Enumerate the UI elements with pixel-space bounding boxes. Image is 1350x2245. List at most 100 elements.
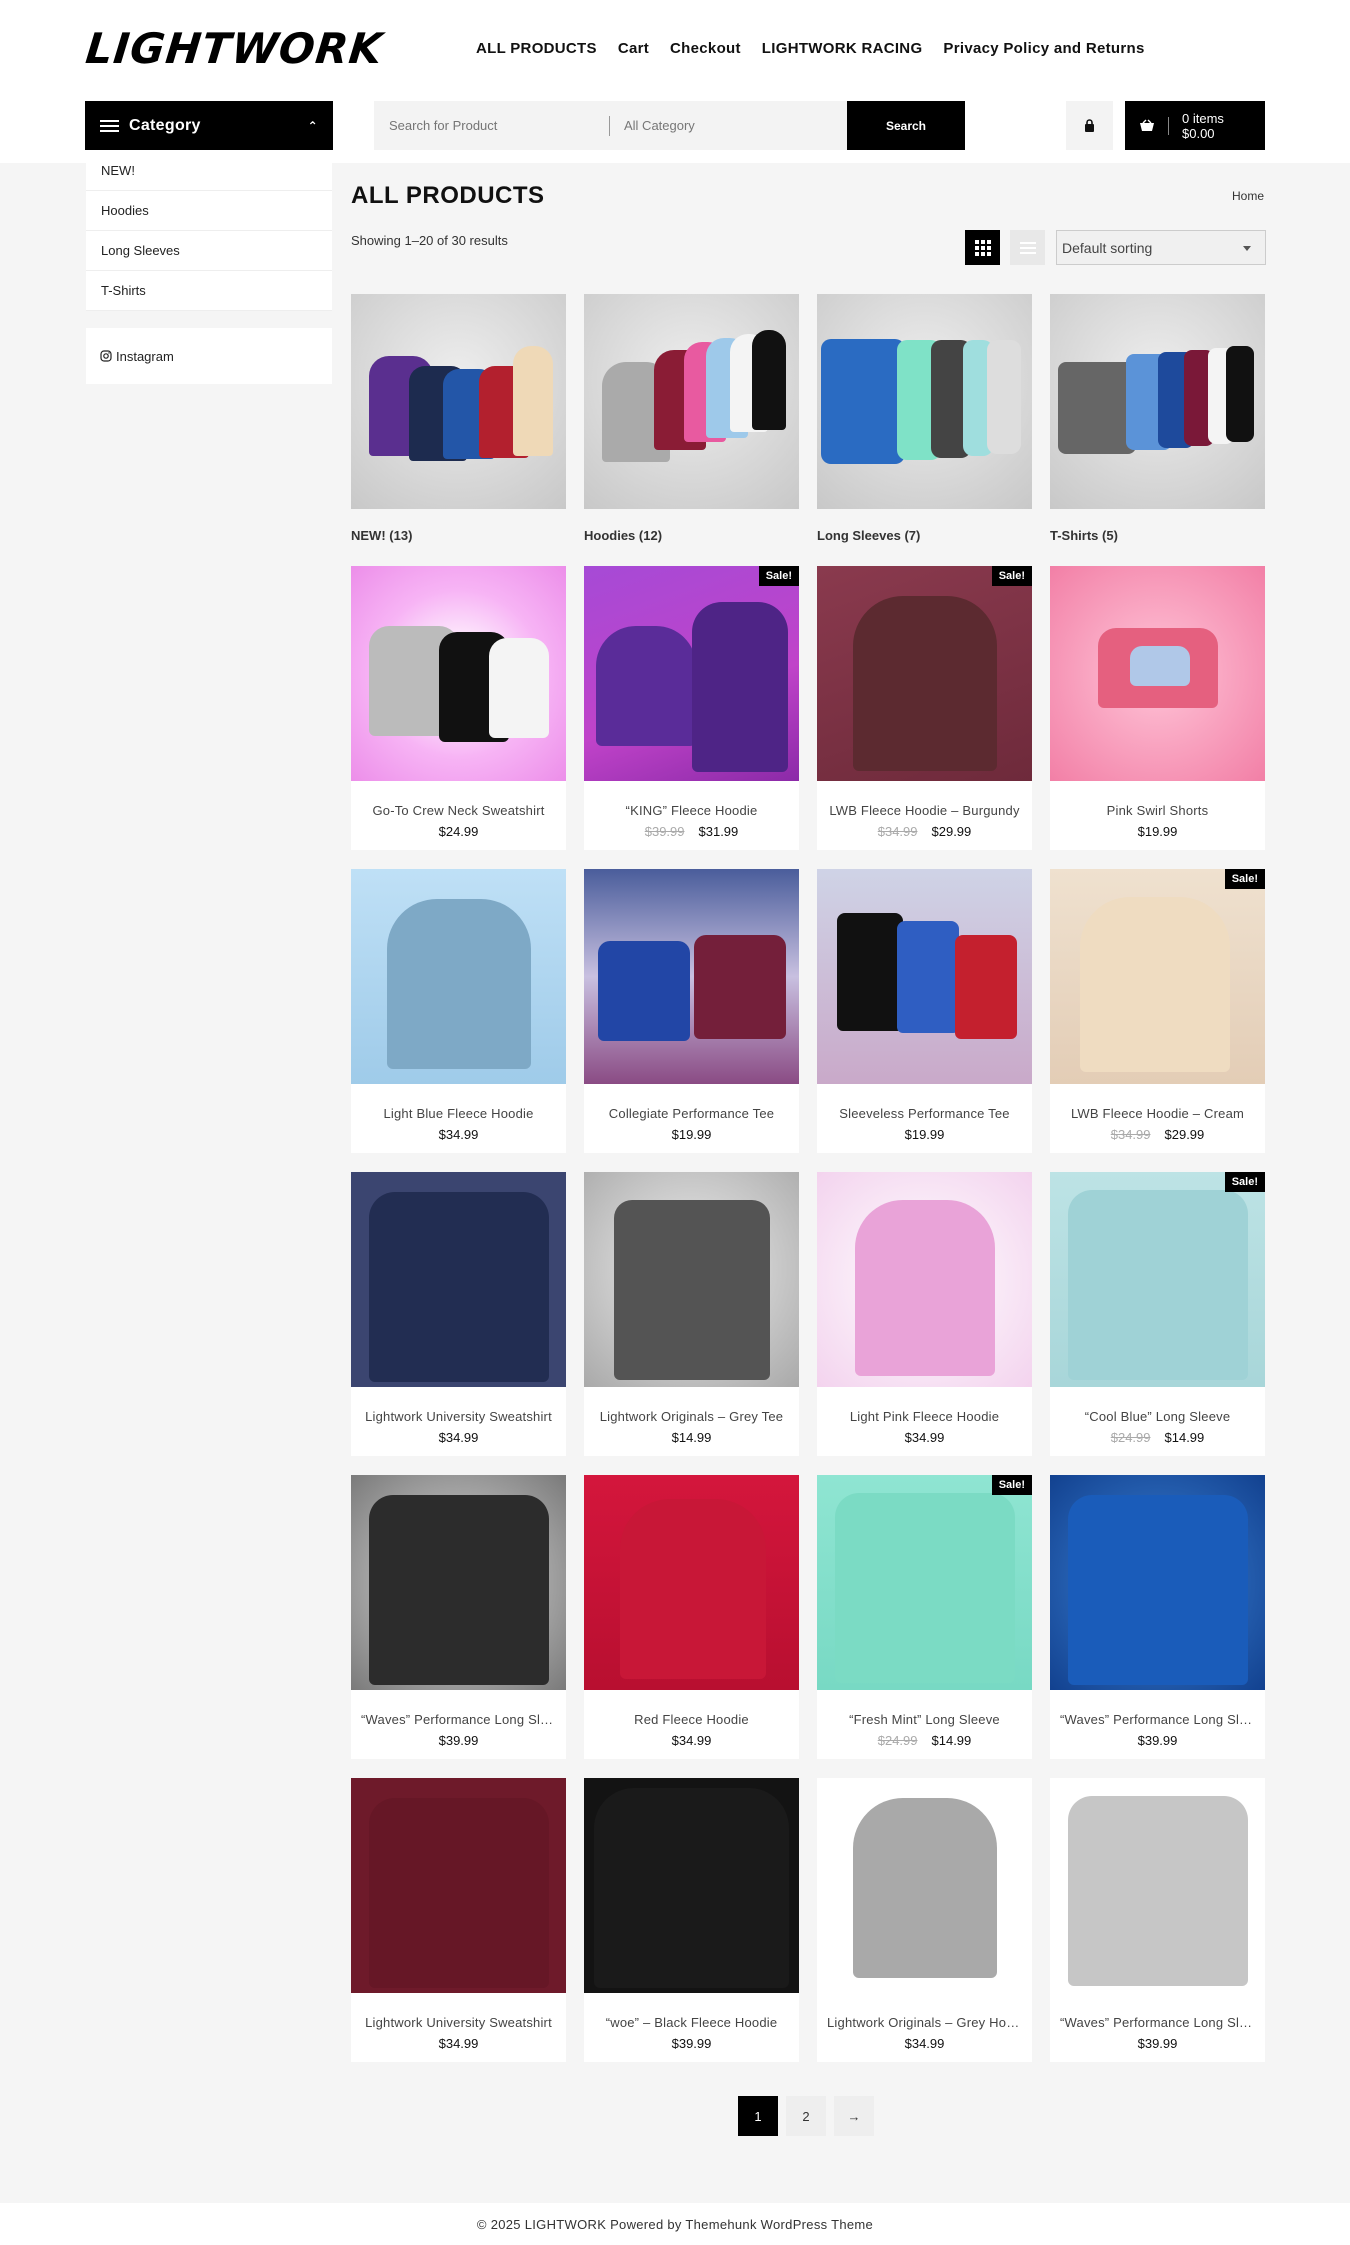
product-name[interactable]: “woe” – Black Fleece Hoodie — [584, 2015, 799, 2030]
next-page-link[interactable]: → — [834, 2096, 874, 2136]
nav-privacy-policy[interactable]: Privacy Policy and Returns — [943, 40, 1144, 57]
product-card[interactable]: Sleeveless Performance Tee $19.99 — [817, 869, 1032, 1153]
search-input[interactable] — [374, 101, 609, 150]
product-name[interactable]: Lightwork University Sweatshirt — [351, 1409, 566, 1424]
product-name[interactable]: Go-To Crew Neck Sweatshirt — [351, 803, 566, 818]
product-image[interactable] — [584, 1778, 799, 1993]
product-image[interactable] — [817, 1778, 1032, 1993]
page-current[interactable]: 1 — [738, 2096, 778, 2136]
product-name[interactable]: Lightwork Originals – Grey Hoodie — [817, 2015, 1032, 2030]
product-name[interactable]: Collegiate Performance Tee — [584, 1106, 799, 1121]
product-name[interactable]: LWB Fleece Hoodie – Cream — [1050, 1106, 1265, 1121]
product-card[interactable]: “woe” – Black Fleece Hoodie $39.99 — [584, 1778, 799, 2062]
current-price: $14.99 — [931, 1733, 972, 1748]
category-image — [817, 294, 1032, 509]
product-card[interactable]: Collegiate Performance Tee $19.99 — [584, 869, 799, 1153]
sale-badge: Sale! — [1224, 1172, 1265, 1192]
product-card[interactable]: Sale! LWB Fleece Hoodie – Cream $34.99 $29.… — [1050, 869, 1265, 1153]
footer-text: © 2025 LIGHTWORK Powered by Themehunk Wo… — [476, 2216, 874, 2232]
product-name[interactable]: “Fresh Mint” Long Sleeve — [817, 1712, 1032, 1727]
product-name[interactable]: “Waves” Performance Long Sleeve — [1050, 2015, 1265, 2030]
category-tile-new[interactable]: NEW! (13) — [351, 294, 566, 543]
product-name[interactable]: Light Blue Fleece Hoodie — [351, 1106, 566, 1121]
sidebar-item-hoodies[interactable]: Hoodies — [86, 191, 332, 231]
garment-shape — [489, 638, 549, 738]
product-name[interactable]: Lightwork University Sweatshirt — [351, 2015, 566, 2030]
product-image[interactable] — [351, 869, 566, 1084]
product-card[interactable]: “Waves” Performance Long Sleeve $39.99 — [1050, 1778, 1265, 2062]
product-card[interactable]: Sale! “Cool Blue” Long Sleeve $24.99 $14.99 — [1050, 1172, 1265, 1456]
product-card[interactable]: Red Fleece Hoodie $34.99 — [584, 1475, 799, 1759]
product-image[interactable] — [584, 1475, 799, 1690]
product-card[interactable]: “Waves” Performance Long Sleeve $39.99 — [1050, 1475, 1265, 1759]
list-view-button[interactable] — [1010, 230, 1045, 265]
sidebar-item-long-sleeves[interactable]: Long Sleeves — [86, 231, 332, 271]
product-name[interactable]: Lightwork Originals – Grey Tee — [584, 1409, 799, 1424]
nav-checkout[interactable]: Checkout — [670, 40, 741, 57]
product-name[interactable]: “KING” Fleece Hoodie — [584, 803, 799, 818]
product-card[interactable]: Pink Swirl Shorts $19.99 — [1050, 566, 1265, 850]
product-card[interactable]: Light Pink Fleece Hoodie $34.99 — [817, 1172, 1032, 1456]
nav-lightwork-racing[interactable]: LIGHTWORK RACING — [762, 40, 923, 57]
product-image[interactable] — [817, 1172, 1032, 1387]
product-card[interactable]: Lightwork University Sweatshirt $34.99 — [351, 1778, 566, 2062]
product-name[interactable]: Sleeveless Performance Tee — [817, 1106, 1032, 1121]
breadcrumb-home[interactable]: Home — [1232, 189, 1264, 203]
product-image[interactable] — [1050, 1778, 1265, 1993]
product-card[interactable]: Sale! “KING” Fleece Hoodie $39.99 $31.99 — [584, 566, 799, 850]
product-image[interactable] — [351, 1172, 566, 1387]
product-image[interactable]: Sale! — [817, 566, 1032, 781]
product-image[interactable] — [351, 1475, 566, 1690]
product-image[interactable] — [351, 566, 566, 781]
product-image[interactable]: Sale! — [1050, 869, 1265, 1084]
current-price: $14.99 — [671, 1430, 712, 1445]
product-card[interactable]: Lightwork Originals – Grey Hoodie $34.99 — [817, 1778, 1032, 2062]
product-card[interactable]: Sale! LWB Fleece Hoodie – Burgundy $34.99 $… — [817, 566, 1032, 850]
search-button[interactable]: Search — [847, 101, 965, 150]
product-image[interactable]: Sale! — [817, 1475, 1032, 1690]
account-button[interactable] — [1066, 101, 1113, 150]
product-image[interactable] — [1050, 566, 1265, 781]
site-logo[interactable]: LIGHTWORK — [83, 24, 385, 73]
category-tile-hoodies[interactable]: Hoodies (12) — [584, 294, 799, 543]
original-price: $24.99 — [877, 1733, 918, 1748]
grid-view-button[interactable] — [965, 230, 1000, 265]
cart-total: $0.00 — [1182, 125, 1215, 141]
sidebar-item-t-shirts[interactable]: T-Shirts — [86, 271, 332, 311]
product-card[interactable]: Lightwork University Sweatshirt $34.99 — [351, 1172, 566, 1456]
product-image[interactable] — [817, 869, 1032, 1084]
product-image[interactable] — [1050, 1475, 1265, 1690]
page-2-link[interactable]: 2 — [786, 2096, 826, 2136]
product-card[interactable]: Light Blue Fleece Hoodie $34.99 — [351, 869, 566, 1153]
product-name[interactable]: Light Pink Fleece Hoodie — [817, 1409, 1032, 1424]
product-name[interactable]: Red Fleece Hoodie — [584, 1712, 799, 1727]
product-image[interactable]: Sale! — [1050, 1172, 1265, 1387]
product-image[interactable] — [351, 1778, 566, 1993]
product-image[interactable] — [584, 869, 799, 1084]
instagram-link[interactable]: Instagram — [86, 328, 332, 384]
product-name[interactable]: “Cool Blue” Long Sleeve — [1050, 1409, 1265, 1424]
category-tile-t-shirts[interactable]: T-Shirts (5) — [1050, 294, 1265, 543]
product-name[interactable]: “Waves” Performance Long Sleeve — [351, 1712, 566, 1727]
product-price: $34.99 — [584, 1733, 799, 1748]
product-card[interactable]: Lightwork Originals – Grey Tee $14.99 — [584, 1172, 799, 1456]
product-image[interactable]: Sale! — [584, 566, 799, 781]
product-name[interactable]: “Waves” Performance Long Sleeve — [1050, 1712, 1265, 1727]
category-toggle-button[interactable]: Category ⌃ — [85, 101, 333, 150]
cart-button[interactable]: 0 items $0.00 — [1125, 101, 1265, 150]
nav-all-products[interactable]: ALL PRODUCTS — [476, 40, 597, 57]
search-category-select[interactable]: All Category — [610, 118, 843, 133]
product-image[interactable] — [584, 1172, 799, 1387]
product-card[interactable]: Go-To Crew Neck Sweatshirt $24.99 — [351, 566, 566, 850]
product-name[interactable]: LWB Fleece Hoodie – Burgundy — [817, 803, 1032, 818]
sort-select[interactable]: Default sorting — [1056, 230, 1266, 265]
product-price: $19.99 — [817, 1127, 1032, 1142]
product-card[interactable]: Sale! “Fresh Mint” Long Sleeve $24.99 $14.9… — [817, 1475, 1032, 1759]
sidebar-item-new[interactable]: NEW! — [86, 151, 332, 191]
product-price: $34.99 $29.99 — [817, 824, 1032, 839]
category-tile-long-sleeves[interactable]: Long Sleeves (7) — [817, 294, 1032, 543]
sale-badge: Sale! — [991, 1475, 1032, 1495]
product-name[interactable]: Pink Swirl Shorts — [1050, 803, 1265, 818]
nav-cart[interactable]: Cart — [618, 40, 649, 57]
product-card[interactable]: “Waves” Performance Long Sleeve $39.99 — [351, 1475, 566, 1759]
